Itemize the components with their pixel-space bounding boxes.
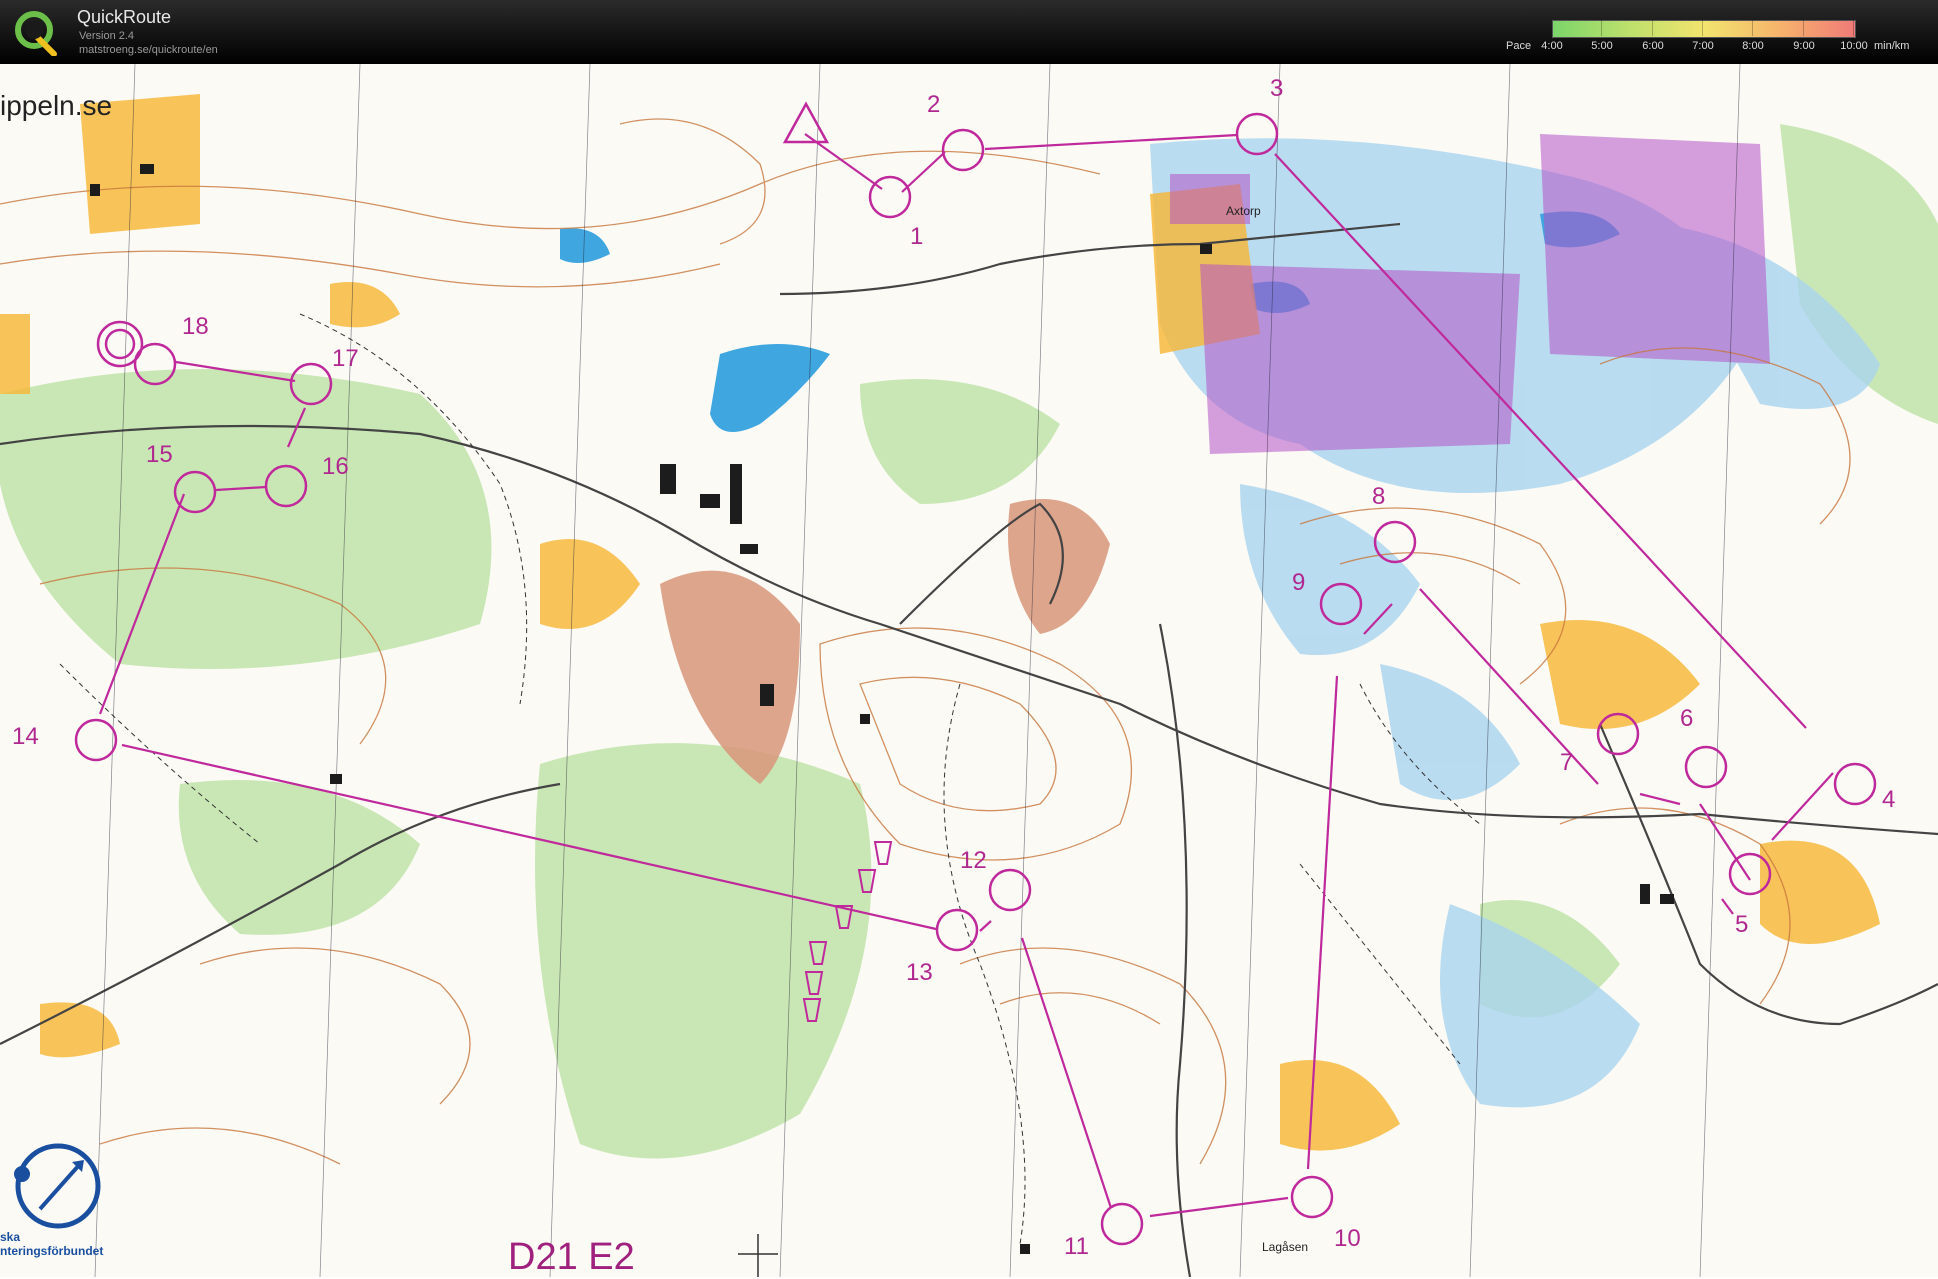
control-number-17: 17 [332,345,359,372]
map-canvas[interactable]: 1 2 3 4 5 6 7 8 9 10 11 12 13 14 15 16 1… [0,64,1938,1277]
control-number-4: 4 [1882,786,1895,813]
pace-tick-label: 4:00 [1541,40,1563,52]
pace-tick-label: 6:00 [1642,40,1664,52]
control-number-6: 6 [1680,705,1693,732]
pace-tick-label: 5:00 [1591,40,1613,52]
course-class-label: D21 E2 [508,1236,635,1278]
pace-label: Pace [1506,40,1532,52]
control-number-1: 1 [910,223,923,250]
pace-tick-label: 10:00 [1840,40,1868,52]
control-number-5: 5 [1735,911,1748,938]
control-number-8: 8 [1372,483,1385,510]
pace-unit: min/km [1874,40,1910,52]
control-number-7: 7 [1560,749,1573,776]
app-url[interactable]: matstroeng.se/quickroute/en [79,44,218,56]
app-name: QuickRoute [77,7,172,27]
pace-scale-legend: Pace 4:00 5:00 6:00 7:00 8:00 9:00 10:00… [1500,16,1938,60]
control-number-9: 9 [1292,569,1305,596]
pace-bar-ticks [1552,20,1854,36]
title-bar: QuickRoute Version 2.4 matstroeng.se/qui… [0,0,1938,64]
map-corner-text: ippeln.se [0,90,113,121]
place-name-axtorp: Axtorp [1226,204,1261,218]
quickroute-logo-icon [15,11,57,56]
pace-tick-label: 8:00 [1742,40,1764,52]
control-number-10: 10 [1334,1225,1361,1252]
federation-name: ska nteringsförbundet [0,1230,103,1258]
control-number-11: 11 [1064,1233,1089,1260]
pace-tick-label: 7:00 [1692,40,1714,52]
control-number-15: 15 [146,441,173,468]
app-version: Version 2.4 [79,30,135,42]
orienteering-map[interactable]: 1 2 3 4 5 6 7 8 9 10 11 12 13 14 15 16 1… [0,64,1938,1278]
control-number-3: 3 [1270,75,1283,102]
control-number-18: 18 [182,313,209,340]
pace-tick-label: 9:00 [1793,40,1815,52]
control-number-13: 13 [906,959,933,986]
control-number-16: 16 [322,453,349,480]
federation-name-line1: ska [0,1230,21,1244]
control-number-2: 2 [927,91,940,118]
control-number-12: 12 [960,847,987,874]
federation-name-line2: nteringsförbundet [0,1244,104,1258]
place-name-lagasen: Lagåsen [1262,1240,1309,1254]
control-number-14: 14 [12,723,39,750]
